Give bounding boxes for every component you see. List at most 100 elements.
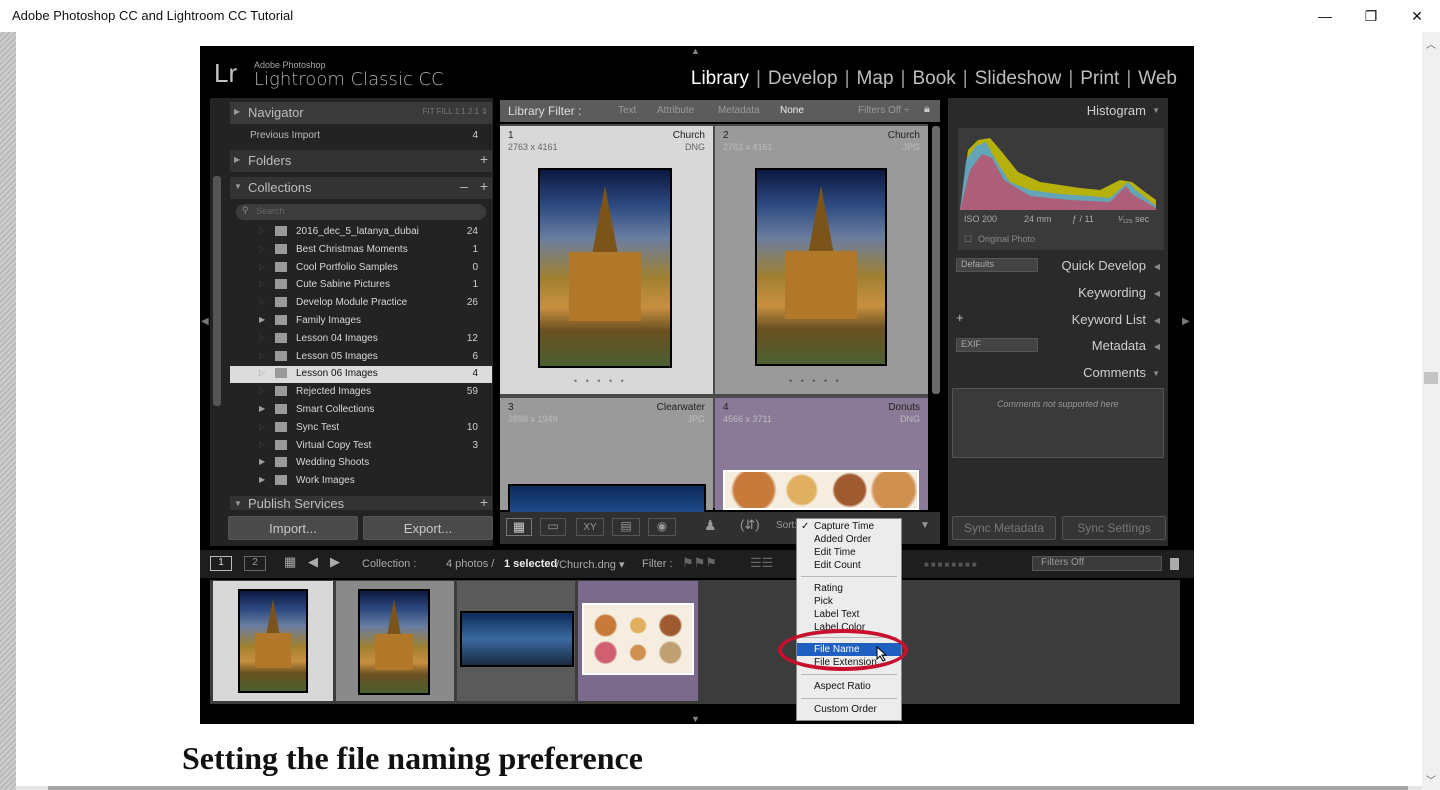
sort-edit-count[interactable]: Edit Count	[797, 559, 901, 572]
leaf-icon[interactable]: ▷	[259, 440, 265, 449]
leaf-icon[interactable]: ▷	[259, 368, 265, 377]
horizontal-scrollbar[interactable]	[16, 786, 1422, 790]
color-label-filter-icons[interactable]: ■■■■■■■■	[924, 560, 979, 569]
exif-select[interactable]: EXIF	[956, 338, 1038, 352]
module-library[interactable]: Library	[684, 68, 756, 90]
collection-item[interactable]: ▶ Wedding Shoots	[230, 455, 492, 472]
leaf-icon[interactable]: ▷	[259, 262, 265, 271]
toolbar-menu-icon[interactable]: ▼	[920, 520, 930, 531]
left-panel-scrollbar[interactable]	[213, 176, 221, 406]
expand-icon[interactable]: ◀	[1154, 342, 1160, 351]
filmstrip-filters-select[interactable]: Filters Off	[1032, 556, 1162, 571]
publish-services-header[interactable]: ▼ Publish Services +	[230, 496, 492, 510]
collection-item[interactable]: ▷ Cool Portfolio Samples 0	[230, 260, 492, 277]
grid-scrollbar[interactable]	[932, 126, 940, 394]
leaf-icon[interactable]: ▷	[259, 351, 265, 360]
leaf-icon[interactable]: ▷	[259, 279, 265, 288]
restore-button[interactable]: ❐	[1348, 0, 1394, 32]
leaf-icon[interactable]: ▷	[259, 297, 265, 306]
leaf-icon[interactable]: ▷	[259, 226, 265, 235]
module-web[interactable]: Web	[1131, 68, 1184, 90]
grid-icon[interactable]: ▦	[284, 554, 296, 570]
collection-item[interactable]: ▷ Virtual Copy Test 3	[230, 438, 492, 455]
collection-item[interactable]: ▷ Lesson 05 Images 6	[230, 349, 492, 366]
people-view-icon[interactable]: ◉	[648, 518, 676, 536]
compare-view-icon[interactable]: XY	[576, 518, 604, 536]
sort-custom-order[interactable]: Custom Order	[797, 703, 901, 716]
collection-item[interactable]: ▷ Lesson 04 Images 12	[230, 331, 492, 348]
expand-icon[interactable]: ◀	[1154, 262, 1160, 271]
filter-attribute[interactable]: Attribute	[657, 105, 694, 116]
leaf-icon[interactable]: ▷	[259, 386, 265, 395]
export-button[interactable]: Export...	[363, 516, 493, 540]
filmstrip-thumb-4[interactable]	[578, 581, 698, 701]
close-button[interactable]: ✕	[1394, 0, 1440, 32]
expand-icon[interactable]: ▶	[259, 457, 265, 466]
lock-icon[interactable]: 🔒︎	[924, 103, 930, 116]
loupe-view-icon[interactable]: ▭	[540, 518, 566, 536]
histogram-label[interactable]: Histogram	[1087, 103, 1146, 118]
collection-search-input[interactable]: ⚲ Search	[236, 204, 486, 220]
filter-none[interactable]: None	[780, 105, 804, 116]
flag-filter-icons[interactable]: ⚑⚑⚑	[682, 555, 717, 571]
collection-item[interactable]: ▶ Family Images	[230, 313, 492, 330]
filter-text[interactable]: Text	[618, 105, 636, 116]
filter-lock-icon[interactable]	[1170, 558, 1179, 570]
scrollbar-thumb[interactable]	[1424, 372, 1438, 384]
module-map[interactable]: Map	[850, 68, 901, 90]
sort-edit-time[interactable]: Edit Time	[797, 546, 901, 559]
expand-icon[interactable]: ◀	[1154, 316, 1160, 325]
collection-item[interactable]: ▷ Develop Module Practice 26	[230, 295, 492, 312]
selected-file-name[interactable]: /Church.dng ▾	[556, 558, 625, 571]
navigator-header[interactable]: ▶ Navigator FIT FILL 1:1 2:1 ⇕	[230, 102, 492, 124]
module-book[interactable]: Book	[905, 68, 962, 90]
grid-cell-1[interactable]: 1 2763 x 4161 Church DNG • • • • •	[500, 126, 713, 394]
leaf-icon[interactable]: ▷	[259, 244, 265, 253]
import-button[interactable]: Import...	[228, 516, 358, 540]
add-service-icon[interactable]: +	[480, 496, 488, 510]
sync-metadata-button[interactable]: Sync Metadata	[952, 516, 1056, 540]
vertical-scrollbar[interactable]: ︿ ﹀	[1422, 32, 1440, 790]
leaf-icon[interactable]: ▷	[259, 422, 265, 431]
window-1-button[interactable]: 1	[210, 556, 232, 571]
comments-header[interactable]: Comments	[1083, 365, 1146, 380]
navigator-zoom-options[interactable]: FIT FILL 1:1 2:1 ⇕	[423, 107, 488, 116]
collection-item[interactable]: ▷ Sync Test 10	[230, 420, 492, 437]
folders-header[interactable]: ▶ Folders +	[230, 150, 492, 172]
rating-dots[interactable]: • • • • •	[789, 376, 842, 386]
collection-item[interactable]: ▷ Cute Sabine Pictures 1	[230, 277, 492, 294]
window-2-button[interactable]: 2	[244, 556, 266, 571]
grid-cell-3[interactable]: 3 3898 x 1949 Clearwater JPG	[500, 398, 713, 514]
module-develop[interactable]: Develop	[761, 68, 845, 90]
collapse-icon[interactable]: ▼	[1152, 106, 1160, 115]
filter-metadata[interactable]: Metadata	[718, 105, 760, 116]
remove-collection-icon[interactable]: –	[460, 178, 468, 194]
expand-icon[interactable]: ▶	[259, 315, 265, 324]
painter-icon[interactable]: ♟	[704, 517, 717, 534]
source-collection-label[interactable]: Collection :	[362, 558, 416, 570]
sort-capture-time[interactable]: Capture Time	[797, 520, 901, 533]
minimize-button[interactable]: —	[1302, 0, 1348, 32]
defaults-select[interactable]: Defaults	[956, 258, 1038, 272]
collection-item[interactable]: ▶ Work Images	[230, 473, 492, 490]
collection-item[interactable]: ▶ Smart Collections	[230, 402, 492, 419]
previous-import-row[interactable]: Previous Import 4	[230, 128, 492, 145]
stars-filter-icons[interactable]: ☰☰	[750, 555, 773, 571]
collections-header[interactable]: ▼ Collections – +	[230, 177, 492, 199]
expand-icon[interactable]: ▶	[259, 404, 265, 413]
quick-develop-header[interactable]: Quick Develop	[1061, 258, 1146, 273]
survey-view-icon[interactable]: ▤	[612, 518, 640, 536]
rating-dots[interactable]: • • • • •	[574, 376, 627, 386]
collection-item[interactable]: ▷ Rejected Images 59	[230, 384, 492, 401]
filmstrip-thumb-3[interactable]	[457, 581, 575, 701]
expand-icon[interactable]: ▶	[259, 475, 265, 484]
left-panel-toggle-icon[interactable]: ◀	[201, 316, 209, 327]
module-print[interactable]: Print	[1073, 68, 1126, 90]
sync-settings-button[interactable]: Sync Settings	[1062, 516, 1166, 540]
module-slideshow[interactable]: Slideshow	[968, 68, 1069, 90]
add-keyword-icon[interactable]: +	[956, 310, 964, 325]
back-arrow-icon[interactable]: ◀	[308, 554, 318, 570]
sort-added-order[interactable]: Added Order	[797, 533, 901, 546]
sort-rating[interactable]: Rating	[797, 582, 901, 595]
collection-item[interactable]: ▷ Best Christmas Moments 1	[230, 242, 492, 259]
